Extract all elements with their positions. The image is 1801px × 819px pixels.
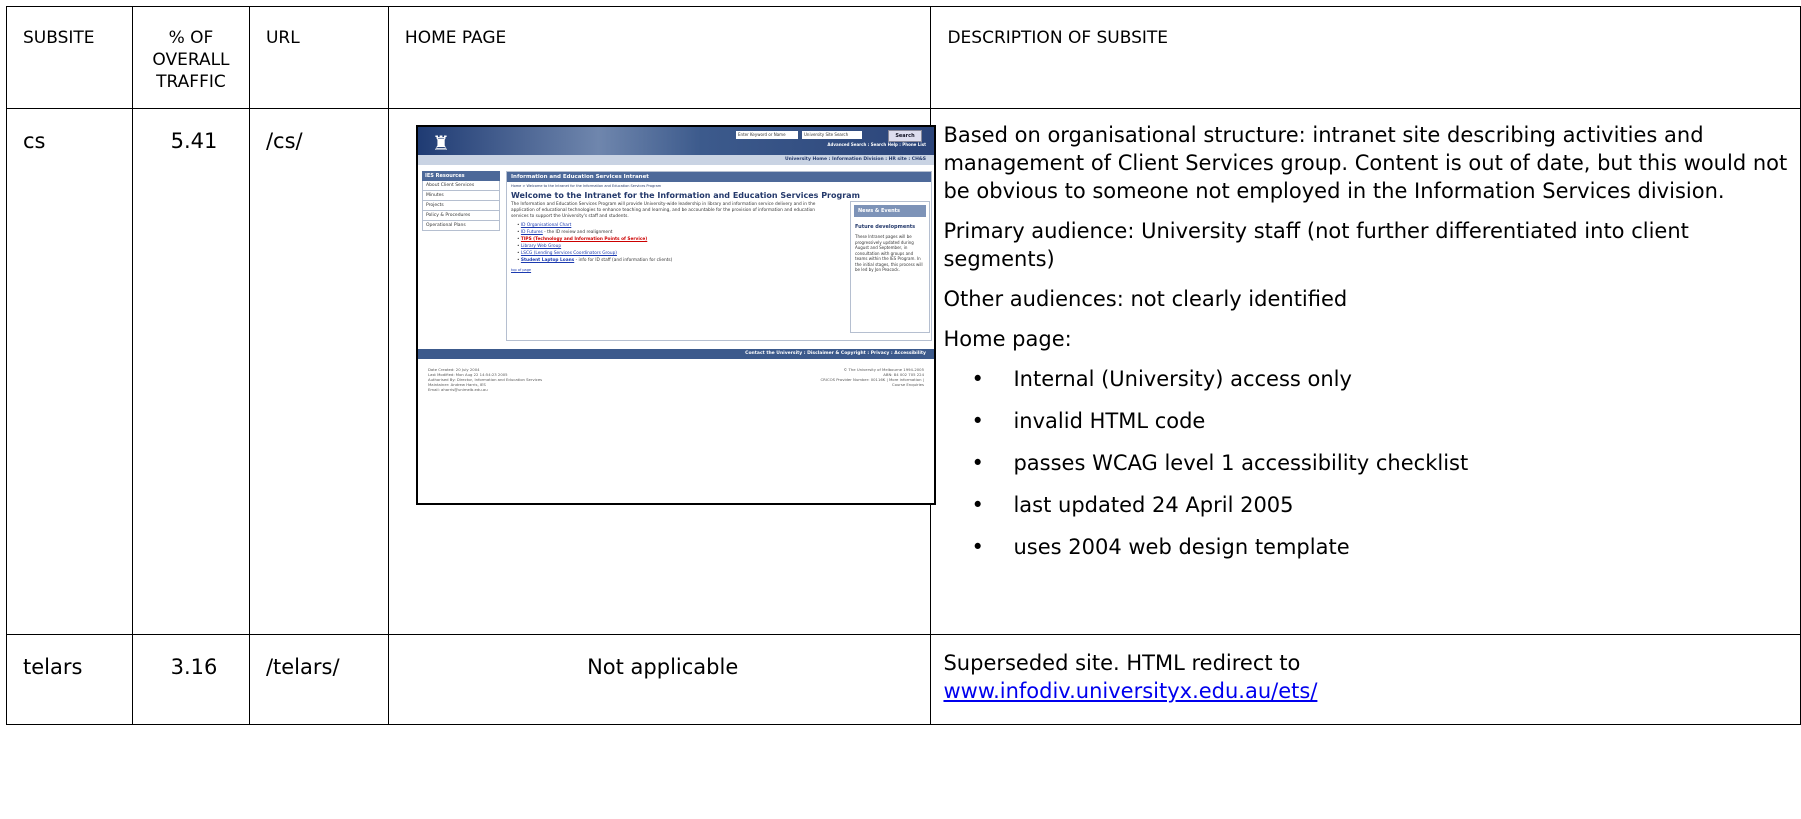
- list-item: • passes WCAG level 1 accessibility check…: [971, 451, 1469, 475]
- news-panel: News & Events Future developments These …: [850, 201, 930, 333]
- header-home-page: HOME PAGE: [387, 6, 932, 109]
- list-item: • last updated 24 April 2005: [971, 493, 1294, 517]
- traffic-cell: 3.16: [170, 655, 218, 679]
- redirect-link[interactable]: www.infodiv.universityx.edu.au/ets/: [943, 679, 1317, 703]
- header-url: URL: [248, 6, 389, 109]
- left-nav-heading: IES Resources: [422, 171, 500, 181]
- bullet-icon: •: [971, 535, 984, 559]
- search-scope-select[interactable]: University Site Search: [802, 131, 862, 139]
- header-url-label: URL: [265, 28, 300, 48]
- main-heading: Information and Education Services Intra…: [507, 172, 931, 182]
- news-heading: News & Events: [854, 205, 926, 217]
- strip-links[interactable]: University Home : Information Division :…: [785, 157, 926, 162]
- left-nav-item[interactable]: About Client Services: [422, 181, 500, 191]
- news-title: Future developments: [855, 224, 916, 230]
- home-page-screenshot: ♜ THE UNIVERSITY OF MELBOURNE Enter Keyw…: [416, 125, 936, 505]
- bullet-list: • Internal (University) access only • inva…: [943, 365, 1794, 561]
- url-cell: /cs/: [265, 129, 303, 153]
- footer-left: Date Created: 20 July 2004 Last Modified…: [428, 367, 543, 392]
- intro-text: The Information and Education Services P…: [511, 202, 816, 219]
- description-paragraph: Home page:: [943, 327, 1072, 351]
- bullet-icon: •: [971, 451, 984, 475]
- description-paragraph: Primary audience: University staff (not …: [943, 219, 1689, 271]
- search-button[interactable]: Search: [888, 130, 922, 142]
- description-paragraph: Based on organisational structure: intra…: [943, 123, 1788, 203]
- header-traffic-label: % OF OVERALL TRAFFIC: [152, 28, 230, 92]
- header-home-page-label: HOME PAGE: [404, 28, 507, 48]
- description-paragraph: Other audiences: not clearly identified: [943, 287, 1348, 311]
- footer-right: © The University of Melbourne 1994-2005 …: [820, 367, 924, 387]
- home-page-cell: Not applicable: [587, 655, 739, 679]
- left-nav-item[interactable]: Policy & Procedures: [422, 211, 500, 221]
- table-row: telars 3.16 /telars/ Not applicable Supe…: [6, 634, 1801, 725]
- bullet-icon: •: [971, 493, 984, 517]
- header-subsite: SUBSITE: [6, 6, 133, 109]
- left-nav-item[interactable]: Minutes: [422, 191, 500, 201]
- footer-bar: Contact the University : Disclaimer & Co…: [418, 349, 934, 359]
- header-description: DESCRIPTION OF SUBSITE: [930, 6, 1801, 109]
- header-description-label: DESCRIPTION OF SUBSITE: [947, 28, 1169, 48]
- description-paragraph: Superseded site. HTML redirect to: [943, 651, 1301, 675]
- header-row: SUBSITE % OF OVERALL TRAFFIC URL HOME PA…: [6, 6, 1801, 109]
- news-text: These Intranet pages will be progressive…: [855, 234, 923, 272]
- description-cell: Superseded site. HTML redirect to www.in…: [931, 635, 1800, 709]
- description-cell: Based on organisational structure: intra…: [931, 109, 1800, 579]
- subsite-cell: cs: [23, 129, 46, 153]
- subsite-cell: telars: [23, 655, 83, 679]
- left-nav: IES Resources About Client Services Minu…: [422, 171, 500, 231]
- breadcrumb[interactable]: Home > Welcome to the Intranet for the I…: [507, 182, 931, 190]
- traffic-cell: 5.41: [170, 129, 218, 153]
- bullet-icon: •: [971, 367, 984, 391]
- list-item: • uses 2004 web design template: [971, 535, 1350, 559]
- list-item: • Internal (University) access only: [971, 367, 1352, 391]
- header-subsite-label: SUBSITE: [23, 28, 95, 48]
- bullet-icon: •: [971, 409, 984, 433]
- url-cell: /telars/: [265, 655, 340, 679]
- banner-links[interactable]: Advanced Search : Search Help : Phone Li…: [827, 142, 926, 147]
- left-nav-item[interactable]: Projects: [422, 201, 500, 211]
- list-item: • invalid HTML code: [971, 409, 1206, 433]
- footer-links[interactable]: Contact the University : Disclaimer & Co…: [745, 351, 926, 356]
- nav-strip: University Home : Information Division :…: [418, 155, 934, 165]
- search-input[interactable]: Enter Keyword or Name: [736, 131, 798, 139]
- left-nav-item[interactable]: Operational Plans: [422, 221, 500, 231]
- header-traffic: % OF OVERALL TRAFFIC: [131, 6, 250, 109]
